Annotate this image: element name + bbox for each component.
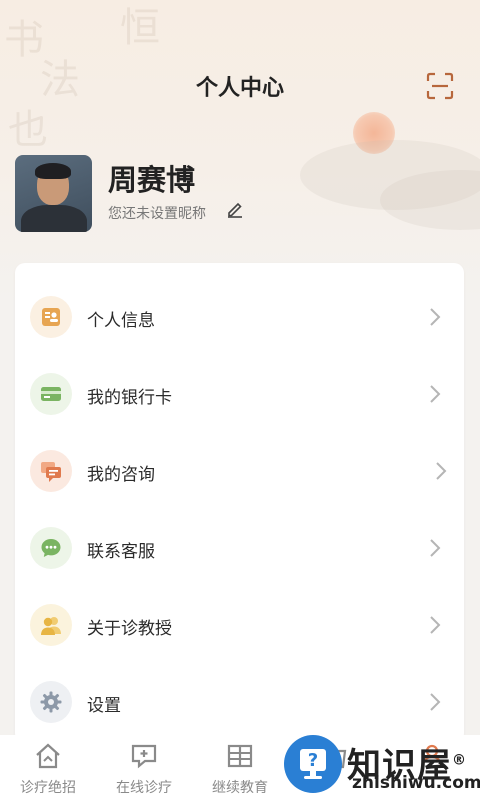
chevron-right-icon <box>436 462 447 480</box>
tab-continuing-education[interactable]: 继续教育 <box>192 735 288 800</box>
book-icon <box>227 744 253 768</box>
scan-icon[interactable] <box>426 72 454 100</box>
menu-item-personal-info[interactable]: 个人信息 <box>15 287 464 347</box>
chevron-right-icon <box>430 385 441 403</box>
menu-item-bank-card[interactable]: 我的银行卡 <box>15 364 464 424</box>
registered-mark: ® <box>452 752 467 769</box>
chat-bubbles-icon <box>30 450 72 492</box>
nickname-hint[interactable]: 您还未设置昵称 <box>108 203 206 223</box>
tab-label: 在线诊疗 <box>116 780 172 796</box>
pencil-icon[interactable] <box>226 200 244 218</box>
chevron-right-icon <box>430 616 441 634</box>
menu-item-about[interactable]: 关于诊教授 <box>15 595 464 655</box>
tab-label: 诊疗绝招 <box>20 780 76 796</box>
consult-icon <box>131 744 157 769</box>
people-icon <box>30 604 72 646</box>
watermark-url: zhishiwu.com <box>352 773 480 793</box>
calligraphy-decoration: 书 <box>4 17 44 63</box>
avatar[interactable] <box>15 155 92 232</box>
calligraphy-decoration: 恒 <box>120 5 160 51</box>
chevron-right-icon <box>430 693 441 711</box>
page-title: 个人中心 <box>195 76 284 101</box>
bank-card-icon <box>30 373 72 415</box>
id-card-icon <box>30 296 72 338</box>
question-monitor-icon: ? <box>300 749 326 779</box>
menu-item-settings[interactable]: 设置 <box>15 672 464 732</box>
menu-item-label: 设置 <box>87 696 121 716</box>
menu-item-label: 我的银行卡 <box>87 388 172 408</box>
tab-online-consult[interactable]: 在线诊疗 <box>96 735 192 800</box>
username: 周赛博 <box>108 163 196 197</box>
menu-item-my-consultations[interactable]: 我的咨询 <box>15 441 464 501</box>
menu-item-label: 关于诊教授 <box>87 619 172 639</box>
menu-item-label: 联系客服 <box>87 542 155 562</box>
svg-text:?: ? <box>308 750 318 771</box>
profile-header-background: 书 法 也 恒 <box>0 0 480 300</box>
chevron-right-icon <box>430 308 441 326</box>
menu-item-customer-service[interactable]: 联系客服 <box>15 518 464 578</box>
menu-item-label: 个人信息 <box>87 311 155 331</box>
watermark-badge: ? <box>284 735 342 793</box>
menu-card: 个人信息 我的银行卡 我的咨询 联系客服 关于诊教授 设置 <box>15 263 464 743</box>
menu-item-label: 我的咨询 <box>87 465 155 485</box>
message-icon <box>30 527 72 569</box>
calligraphy-decoration: 也 <box>8 107 48 153</box>
gear-icon <box>30 681 72 723</box>
tab-label: 继续教育 <box>212 780 268 796</box>
tab-treatment-tips[interactable]: 诊疗绝招 <box>0 735 96 800</box>
house-icon <box>36 743 60 769</box>
chevron-right-icon <box>430 539 441 557</box>
